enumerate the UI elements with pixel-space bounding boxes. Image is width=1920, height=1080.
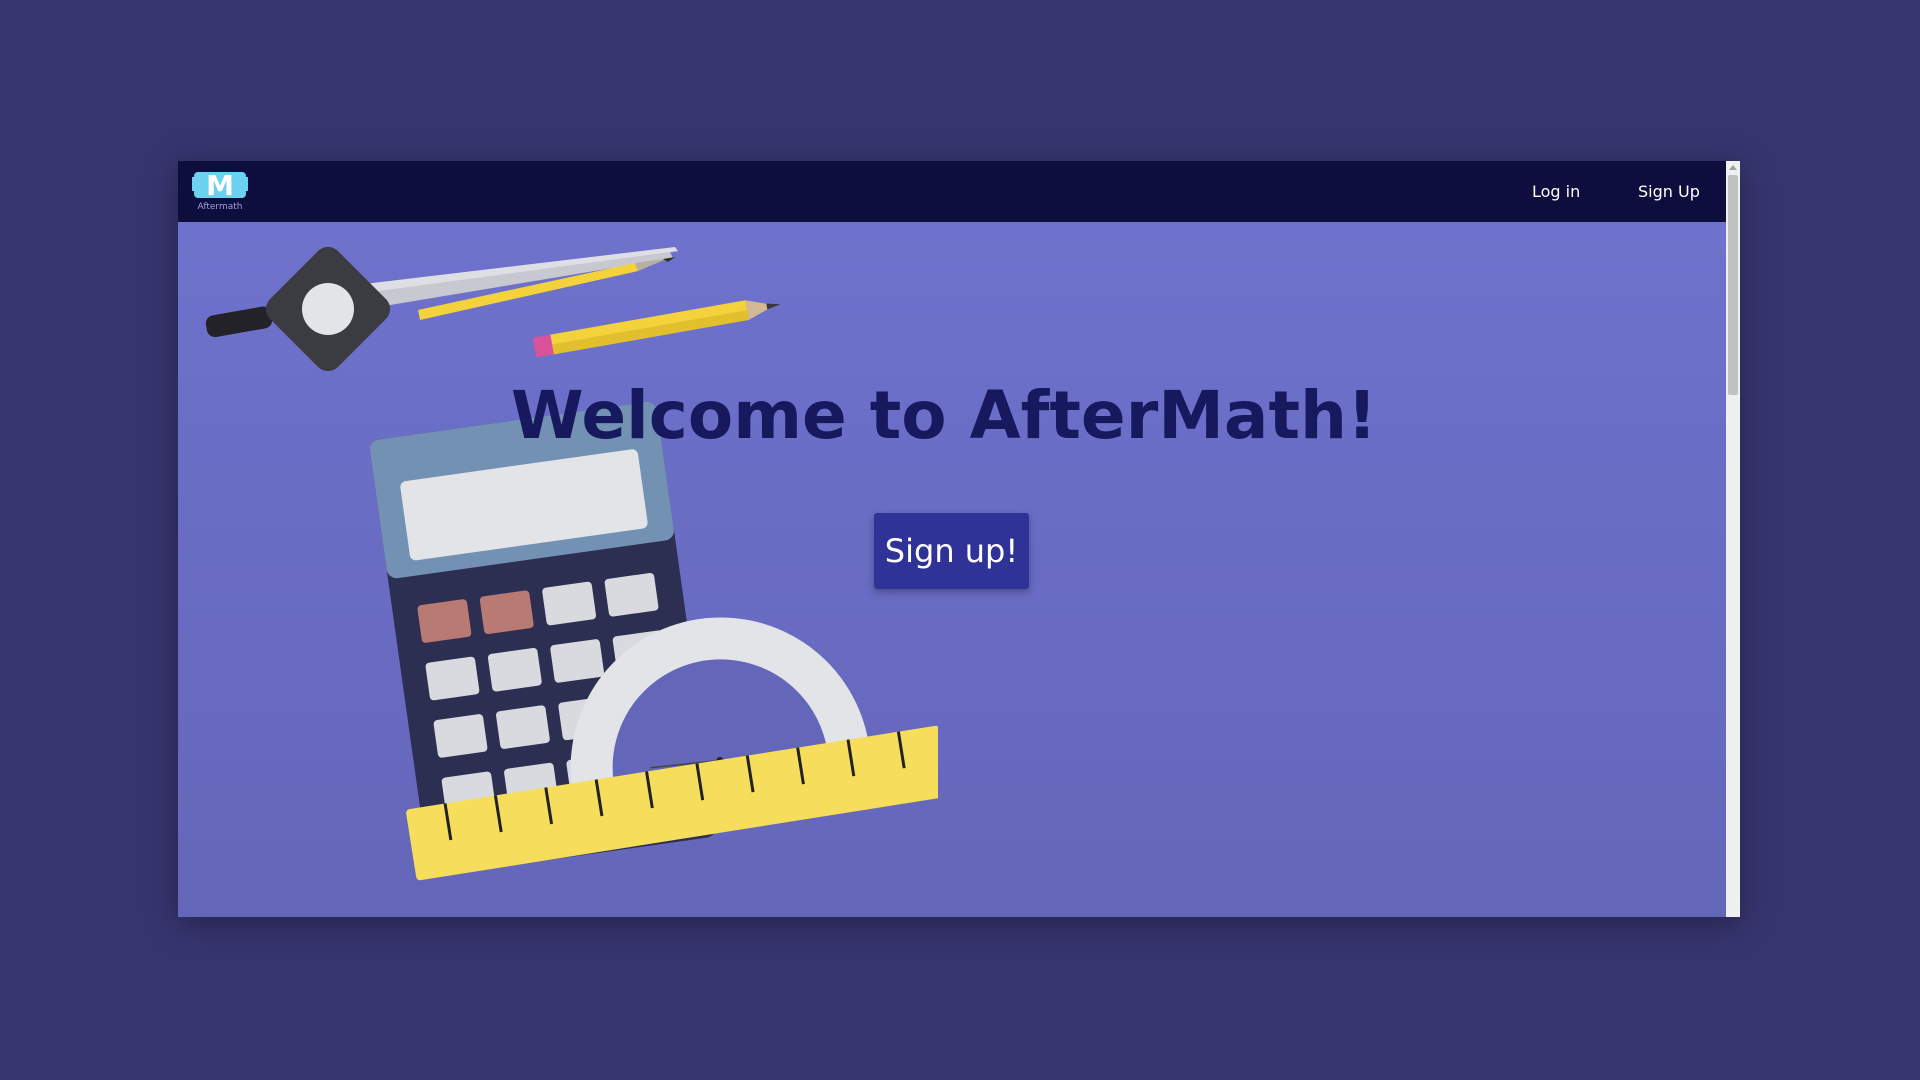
login-link[interactable]: Log in [1532, 182, 1580, 201]
scroll-up-arrow-icon[interactable] [1729, 165, 1737, 170]
svg-text:Aftermath: Aftermath [198, 202, 243, 212]
page-title: Welcome to AfterMath! [510, 377, 1378, 454]
compass-icon [205, 246, 678, 372]
scroll-thumb[interactable] [1728, 175, 1738, 395]
signup-link[interactable]: Sign Up [1638, 182, 1700, 201]
pencil-icon [532, 300, 781, 358]
browser-window: M Aftermath Log in Sign Up Welcome to Af… [178, 161, 1740, 917]
signup-button[interactable]: Sign up! [874, 513, 1029, 589]
scrollbar[interactable] [1726, 161, 1740, 917]
aftermath-logo[interactable]: M Aftermath [192, 167, 248, 212]
hero-section: Welcome to AfterMath! Sign up! [178, 222, 1726, 917]
math-tools-illustration [205, 246, 938, 881]
svg-text:M: M [206, 169, 234, 202]
navbar: M Aftermath Log in Sign Up [178, 161, 1726, 222]
